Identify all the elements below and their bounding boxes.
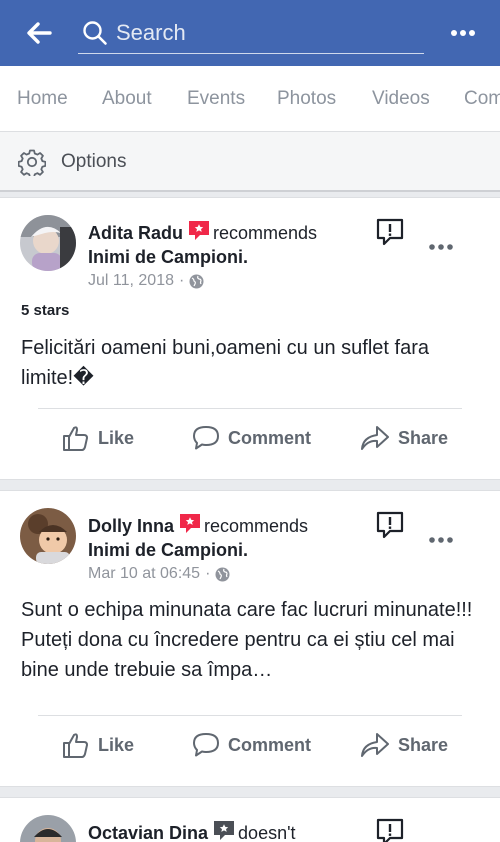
timestamp[interactable]: Mar 10 at 06:45: [88, 564, 200, 584]
report-button[interactable]: [375, 217, 405, 247]
tab-about[interactable]: About: [102, 88, 152, 110]
author-line: Dolly Inna recommends: [88, 513, 308, 537]
post-more-button[interactable]: [428, 838, 456, 842]
report-icon: [376, 218, 404, 246]
more-dots-icon: [451, 30, 475, 36]
author-name[interactable]: Octavian Dina: [88, 823, 208, 842]
avatar[interactable]: [20, 508, 76, 564]
author-line: Octavian Dina doesn't: [88, 820, 296, 842]
back-button[interactable]: [22, 17, 56, 49]
page-tabs: Home About Events Photos Videos Com: [0, 66, 500, 132]
page-name-line: Inimi de Campioni.: [88, 246, 248, 268]
avatar-photo: [20, 508, 76, 564]
search-input[interactable]: [116, 16, 416, 50]
more-dots-icon: [429, 244, 453, 250]
comment-button[interactable]: Comment: [192, 731, 311, 759]
recommends-text: recommends: [213, 223, 318, 243]
page-name-line: Inimi de Campioni.: [88, 539, 248, 561]
back-arrow-icon: [27, 22, 52, 44]
tab-events[interactable]: Events: [187, 88, 245, 110]
like-button[interactable]: Like: [62, 424, 134, 452]
tab-community[interactable]: Com: [464, 88, 500, 110]
review-post: Adita Radu recommends Inimi de Campioni. …: [0, 197, 500, 480]
author-name[interactable]: Dolly Inna: [88, 516, 174, 536]
tab-videos[interactable]: Videos: [372, 88, 430, 110]
post-meta: Jul 11, 2018 ·: [88, 271, 204, 291]
options-label: Options: [61, 151, 127, 172]
post-more-button[interactable]: [428, 238, 456, 252]
post-meta: Mar 10 at 06:45 ·: [88, 564, 230, 584]
divider: [38, 715, 462, 716]
tab-home[interactable]: Home: [17, 88, 68, 110]
like-label: Like: [98, 734, 135, 755]
avatar[interactable]: [20, 215, 76, 271]
avatar[interactable]: [20, 815, 76, 842]
share-icon: [361, 426, 389, 450]
gear-icon: [18, 149, 46, 176]
page-name-link[interactable]: Inimi de Campioni: [88, 247, 243, 267]
timestamp[interactable]: Jul 11, 2018: [88, 271, 174, 291]
comment-button[interactable]: Comment: [192, 424, 311, 452]
review-post: Octavian Dina doesn't: [0, 797, 500, 842]
recommend-badge-icon: [189, 221, 210, 240]
not-recommend-badge-icon: [214, 821, 235, 840]
avatar-photo: [20, 215, 76, 271]
share-label: Share: [398, 427, 449, 448]
post-text: Felicitări oameni buni,oameni cu un sufl…: [21, 337, 429, 389]
recommend-badge-icon: [180, 514, 201, 533]
page-name-suffix: .: [243, 540, 249, 560]
post-more-button[interactable]: [428, 531, 456, 545]
post-text: Sunt o echipa minunata care fac lucruri …: [21, 599, 473, 681]
author-name[interactable]: Adita Radu: [88, 223, 183, 243]
like-button[interactable]: Like: [62, 731, 134, 759]
like-label: Like: [98, 427, 135, 448]
like-icon: [63, 733, 88, 758]
recommends-text: recommends: [204, 516, 309, 536]
search-bar[interactable]: [78, 12, 424, 54]
report-button[interactable]: [375, 510, 405, 540]
comment-label: Comment: [228, 427, 312, 448]
tab-photos[interactable]: Photos: [277, 88, 336, 110]
author-line: Adita Radu recommends: [88, 220, 317, 244]
avatar-photo: [20, 815, 76, 842]
rating-label: 5 stars: [21, 302, 70, 319]
report-button[interactable]: [375, 817, 405, 842]
page-name-link[interactable]: Inimi de Campioni: [88, 540, 243, 560]
share-button[interactable]: Share: [360, 424, 448, 452]
report-icon: [376, 818, 404, 842]
comment-icon: [193, 426, 219, 450]
top-bar: [0, 0, 500, 66]
comment-label: Comment: [228, 734, 312, 755]
comment-icon: [193, 733, 219, 757]
share-label: Share: [398, 734, 449, 755]
meta-separator: ·: [205, 565, 211, 582]
share-button[interactable]: Share: [360, 731, 448, 759]
meta-separator: ·: [179, 272, 185, 289]
page-name-suffix: .: [243, 247, 249, 267]
review-post: Dolly Inna recommends Inimi de Campioni. …: [0, 490, 500, 787]
globe-icon: [215, 567, 230, 581]
more-options-button[interactable]: [446, 18, 480, 48]
options-bar[interactable]: Options: [0, 132, 500, 192]
report-icon: [376, 511, 404, 539]
globe-icon: [189, 274, 204, 288]
more-dots-icon: [429, 537, 453, 543]
like-icon: [63, 426, 88, 451]
divider: [38, 408, 462, 409]
search-icon: [83, 21, 107, 45]
share-icon: [361, 733, 389, 757]
doesnt-recommend-text: doesn't: [238, 823, 296, 842]
